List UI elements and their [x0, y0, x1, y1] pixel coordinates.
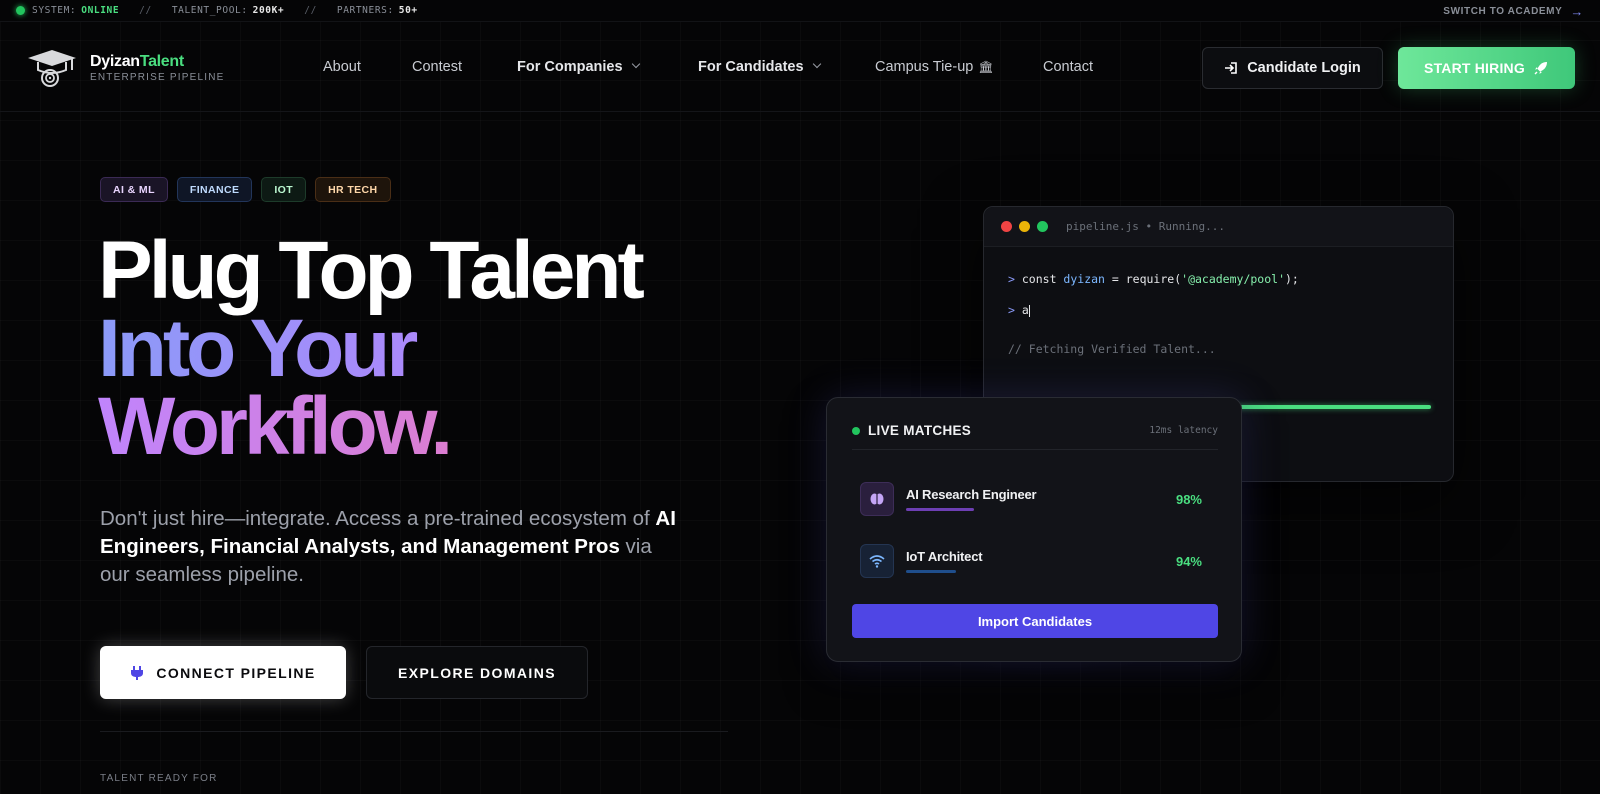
- tag-hr-tech: HR TECH: [315, 177, 391, 202]
- headline-line-2: Into Your: [98, 308, 641, 390]
- import-candidates-button[interactable]: Import Candidates: [852, 604, 1218, 638]
- code-comment: // Fetching Verified Talent...: [1008, 342, 1216, 356]
- status-dot: [16, 6, 25, 15]
- close-dot-icon: [1001, 221, 1012, 232]
- talent-pool-label: TALENT_POOL:: [171, 5, 248, 16]
- graduation-cap-logo-icon: [26, 48, 78, 88]
- nav-contact[interactable]: Contact: [1043, 22, 1093, 112]
- candidate-row[interactable]: AI Research Engineer 98%: [860, 482, 1210, 516]
- code-line-2: > a: [1008, 303, 1030, 317]
- partners-value: 50+: [398, 5, 418, 16]
- tag-ai-ml: AI & ML: [100, 177, 168, 202]
- nav-for-companies-label: For Companies: [517, 59, 623, 75]
- candidate-match-bar: [906, 508, 974, 511]
- terminal-filename: pipeline.js • Running...: [1066, 220, 1225, 233]
- hero-subtitle: Don't just hire—integrate. Access a pre-…: [100, 505, 680, 589]
- switch-label: SWITCH TO ACADEMY: [1443, 5, 1563, 17]
- nav-for-companies-dropdown[interactable]: For Companies: [517, 22, 640, 112]
- system-value: ONLINE: [81, 5, 120, 16]
- nav-contest-label: Contest: [412, 59, 462, 75]
- brain-icon: [860, 482, 894, 516]
- nav-contact-label: Contact: [1043, 59, 1093, 75]
- top-navigation: DyizanTalent ENTERPRISE PIPELINE About C…: [0, 22, 1600, 112]
- prompt-symbol: >: [1008, 303, 1015, 317]
- talent-pool-value: 200K+: [252, 5, 285, 16]
- brand-text: DyizanTalent ENTERPRISE PIPELINE: [90, 53, 225, 83]
- prompt-symbol: >: [1008, 272, 1015, 286]
- brand-logo-link[interactable]: DyizanTalent ENTERPRISE PIPELINE: [26, 48, 225, 88]
- plug-icon: [131, 665, 144, 680]
- brand-name: DyizanTalent: [90, 53, 225, 71]
- talent-ready-label: TALENT READY FOR: [100, 773, 218, 784]
- tag-finance: FINANCE: [176, 177, 253, 202]
- brand-name-accent: Talent: [139, 53, 184, 70]
- maximize-dot-icon: [1037, 221, 1048, 232]
- switch-to-academy-link[interactable]: SWITCH TO ACADEMY →: [1443, 0, 1584, 22]
- ticker-separator: //: [139, 5, 152, 16]
- connect-pipeline-button[interactable]: CONNECT PIPELINE: [100, 646, 346, 699]
- explore-domains-label: EXPLORE DOMAINS: [398, 664, 556, 681]
- live-matches-card: LIVE MATCHES 12ms latency AI Research En…: [826, 397, 1242, 662]
- live-matches-title: LIVE MATCHES: [868, 423, 972, 438]
- brand-tagline: ENTERPRISE PIPELINE: [90, 72, 225, 83]
- code-token: = require(: [1104, 272, 1182, 286]
- login-icon: [1225, 62, 1238, 74]
- bank-building-icon: 🏛: [978, 60, 994, 74]
- hero-headline: Plug Top Talent Into Your Workflow.: [98, 225, 645, 468]
- candidate-name: IoT Architect: [906, 549, 983, 564]
- ticker-separator: //: [304, 5, 317, 16]
- candidate-score: 94%: [1175, 554, 1202, 569]
- candidate-login-label: Candidate Login: [1247, 60, 1361, 76]
- nav-campus-tie-up[interactable]: Campus Tie-up 🏛: [875, 22, 994, 112]
- brand-name-main: Dyizan: [90, 53, 140, 70]
- headline-line-3: Workflow.: [98, 386, 641, 468]
- status-ticker: SYSTEM: ONLINE // TALENT_POOL: 200K+ // …: [0, 0, 1600, 22]
- subtitle-part-1: Don't just hire—integrate. Access a pre-…: [100, 507, 656, 530]
- wifi-icon: [860, 544, 894, 578]
- chevron-down-icon: [812, 59, 821, 69]
- headline-line-1: Plug Top Talent: [98, 225, 645, 316]
- live-matches-header: LIVE MATCHES 12ms latency: [852, 412, 1218, 450]
- domain-tags: AI & ML FINANCE IOT HR TECH: [100, 177, 391, 202]
- hero-divider: [100, 731, 728, 732]
- terminal-titlebar: pipeline.js • Running...: [984, 207, 1453, 247]
- nav-for-candidates-dropdown[interactable]: For Candidates: [698, 22, 821, 112]
- nav-campus-label: Campus Tie-up: [875, 59, 974, 75]
- nav-contest[interactable]: Contest: [412, 22, 462, 112]
- partners-label: PARTNERS:: [336, 5, 394, 16]
- start-hiring-label: START HIRING: [1424, 60, 1525, 76]
- explore-domains-button[interactable]: EXPLORE DOMAINS: [366, 646, 588, 699]
- connect-pipeline-label: CONNECT PIPELINE: [156, 664, 316, 681]
- code-token: const: [1021, 272, 1064, 286]
- arrow-right-icon: →: [1570, 3, 1584, 19]
- system-label: SYSTEM:: [32, 5, 77, 16]
- candidate-score: 98%: [1175, 492, 1202, 507]
- latency-label: 12ms latency: [1149, 425, 1218, 436]
- rocket-icon: [1534, 62, 1547, 75]
- code-token: dyizan: [1063, 272, 1105, 286]
- candidate-login-button[interactable]: Candidate Login: [1202, 47, 1383, 89]
- tag-iot: IOT: [261, 177, 307, 202]
- nav-for-candidates-label: For Candidates: [698, 59, 804, 75]
- nav-about[interactable]: About: [323, 22, 361, 112]
- text-cursor: [1028, 304, 1030, 317]
- code-token: '@academy/pool': [1181, 272, 1285, 286]
- nav-about-label: About: [323, 59, 361, 75]
- start-hiring-button[interactable]: START HIRING: [1398, 47, 1575, 89]
- code-line-1: > const dyizan = require('@academy/pool'…: [1008, 272, 1299, 286]
- code-token: );: [1285, 272, 1299, 286]
- live-indicator-dot: [852, 426, 860, 435]
- candidate-row[interactable]: IoT Architect 94%: [860, 544, 1210, 578]
- minimize-dot-icon: [1019, 221, 1030, 232]
- candidate-match-bar: [906, 570, 956, 573]
- chevron-down-icon: [631, 59, 640, 69]
- candidate-name: AI Research Engineer: [906, 487, 1037, 502]
- code-token: a: [1021, 303, 1029, 317]
